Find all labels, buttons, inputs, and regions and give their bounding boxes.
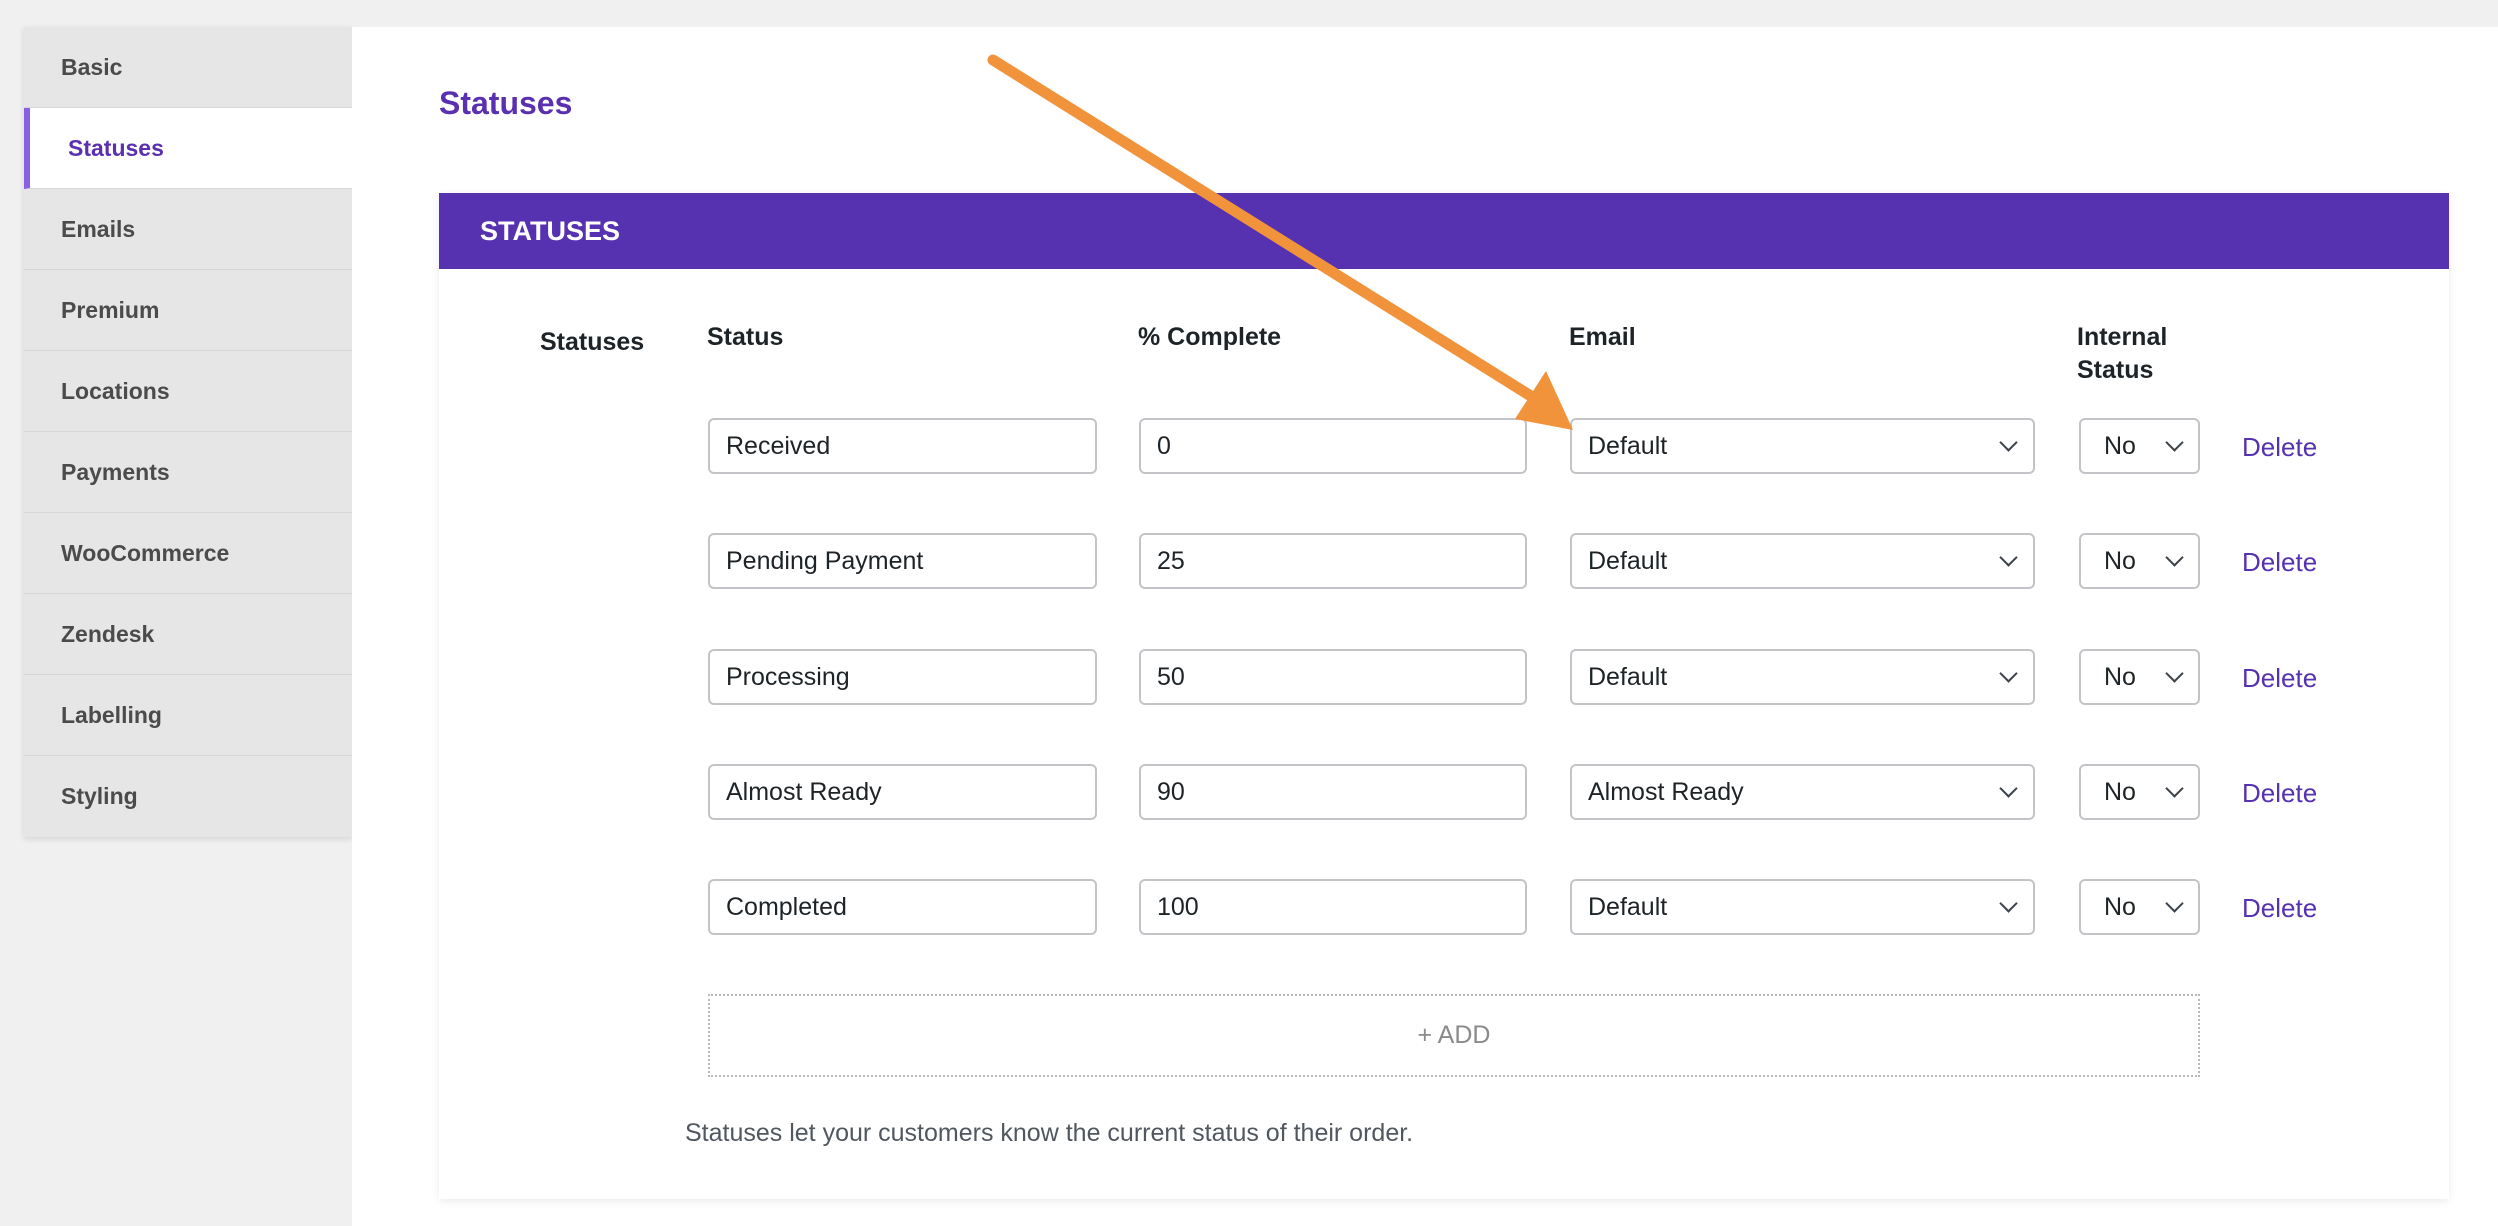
email-select-value: Default bbox=[1588, 892, 1668, 921]
chevron-down-icon bbox=[2165, 548, 2184, 567]
help-description: Statuses let your customers know the cur… bbox=[685, 1119, 1414, 1147]
sidebar-item-zendesk[interactable]: Zendesk bbox=[24, 594, 352, 675]
internal-status-select[interactable]: No bbox=[2079, 533, 2200, 589]
sidebar-item-statuses[interactable]: Statuses bbox=[24, 108, 352, 189]
main-content: Statuses STATUSES Statuses Status % Comp… bbox=[352, 27, 2498, 1226]
chevron-down-icon bbox=[1999, 548, 2018, 567]
status-row: Almost Ready 90 Almost Ready No Delete bbox=[439, 764, 2449, 820]
percent-complete-input[interactable]: 0 bbox=[1139, 418, 1527, 474]
delete-link[interactable]: Delete bbox=[2242, 432, 2317, 463]
chevron-down-icon bbox=[2165, 433, 2184, 452]
internal-status-value: No bbox=[2104, 431, 2136, 460]
sidebar-item-emails[interactable]: Emails bbox=[24, 189, 352, 270]
percent-complete-input[interactable]: 100 bbox=[1139, 879, 1527, 935]
page-title: Statuses bbox=[439, 85, 573, 121]
email-select[interactable]: Default bbox=[1570, 418, 2035, 474]
delete-link[interactable]: Delete bbox=[2242, 663, 2317, 694]
status-row: Pending Payment 25 Default No Delete bbox=[439, 533, 2449, 589]
delete-link[interactable]: Delete bbox=[2242, 778, 2317, 809]
status-row: Completed 100 Default No Delete bbox=[439, 879, 2449, 935]
add-status-button[interactable]: + ADD bbox=[708, 994, 2200, 1077]
panel-header: STATUSES bbox=[439, 193, 2449, 269]
statuses-panel: STATUSES Statuses Status % Complete Emai… bbox=[439, 193, 2449, 1199]
chevron-down-icon bbox=[1999, 894, 2018, 913]
chevron-down-icon bbox=[2165, 664, 2184, 683]
email-select-value: Default bbox=[1588, 662, 1668, 691]
email-select-value: Default bbox=[1588, 431, 1668, 460]
sidebar-item-premium[interactable]: Premium bbox=[24, 270, 352, 351]
percent-complete-input[interactable]: 90 bbox=[1139, 764, 1527, 820]
sidebar-item-basic[interactable]: Basic bbox=[24, 27, 352, 108]
delete-link[interactable]: Delete bbox=[2242, 547, 2317, 578]
internal-status-select[interactable]: No bbox=[2079, 879, 2200, 935]
status-name-input[interactable]: Pending Payment bbox=[708, 533, 1097, 589]
percent-complete-input[interactable]: 50 bbox=[1139, 649, 1527, 705]
sidebar-item-woocommerce[interactable]: WooCommerce bbox=[24, 513, 352, 594]
column-header-status: Status bbox=[707, 323, 784, 351]
percent-complete-input[interactable]: 25 bbox=[1139, 533, 1527, 589]
chevron-down-icon bbox=[2165, 779, 2184, 798]
email-select[interactable]: Default bbox=[1570, 649, 2035, 705]
column-header-email: Email bbox=[1569, 323, 1636, 351]
email-select[interactable]: Almost Ready bbox=[1570, 764, 2035, 820]
field-label: Statuses bbox=[540, 328, 645, 356]
delete-link[interactable]: Delete bbox=[2242, 893, 2317, 924]
internal-status-select[interactable]: No bbox=[2079, 418, 2200, 474]
email-select-value: Default bbox=[1588, 546, 1668, 575]
column-header-internal-status: Internal Status bbox=[2077, 323, 2168, 384]
status-name-input[interactable]: Received bbox=[708, 418, 1097, 474]
status-name-input[interactable]: Completed bbox=[708, 879, 1097, 935]
sidebar-item-labelling[interactable]: Labelling bbox=[24, 675, 352, 756]
email-select[interactable]: Default bbox=[1570, 533, 2035, 589]
internal-status-select[interactable]: No bbox=[2079, 649, 2200, 705]
status-name-input[interactable]: Processing bbox=[708, 649, 1097, 705]
internal-status-value: No bbox=[2104, 777, 2136, 806]
chevron-down-icon bbox=[1999, 779, 2018, 798]
column-header-complete: % Complete bbox=[1138, 323, 1282, 351]
email-select-value: Almost Ready bbox=[1588, 777, 1744, 806]
chevron-down-icon bbox=[1999, 433, 2018, 452]
status-row: Processing 50 Default No Delete bbox=[439, 649, 2449, 705]
chevron-down-icon bbox=[2165, 894, 2184, 913]
settings-sidebar: Basic Statuses Emails Premium Locations … bbox=[24, 27, 352, 837]
sidebar-item-styling[interactable]: Styling bbox=[24, 756, 352, 837]
email-select[interactable]: Default bbox=[1570, 879, 2035, 935]
internal-status-value: No bbox=[2104, 892, 2136, 921]
internal-status-value: No bbox=[2104, 662, 2136, 691]
status-row: Received 0 Default No Delete bbox=[439, 418, 2449, 474]
sidebar-item-payments[interactable]: Payments bbox=[24, 432, 352, 513]
status-name-input[interactable]: Almost Ready bbox=[708, 764, 1097, 820]
internal-status-value: No bbox=[2104, 546, 2136, 575]
internal-status-select[interactable]: No bbox=[2079, 764, 2200, 820]
chevron-down-icon bbox=[1999, 664, 2018, 683]
sidebar-item-locations[interactable]: Locations bbox=[24, 351, 352, 432]
